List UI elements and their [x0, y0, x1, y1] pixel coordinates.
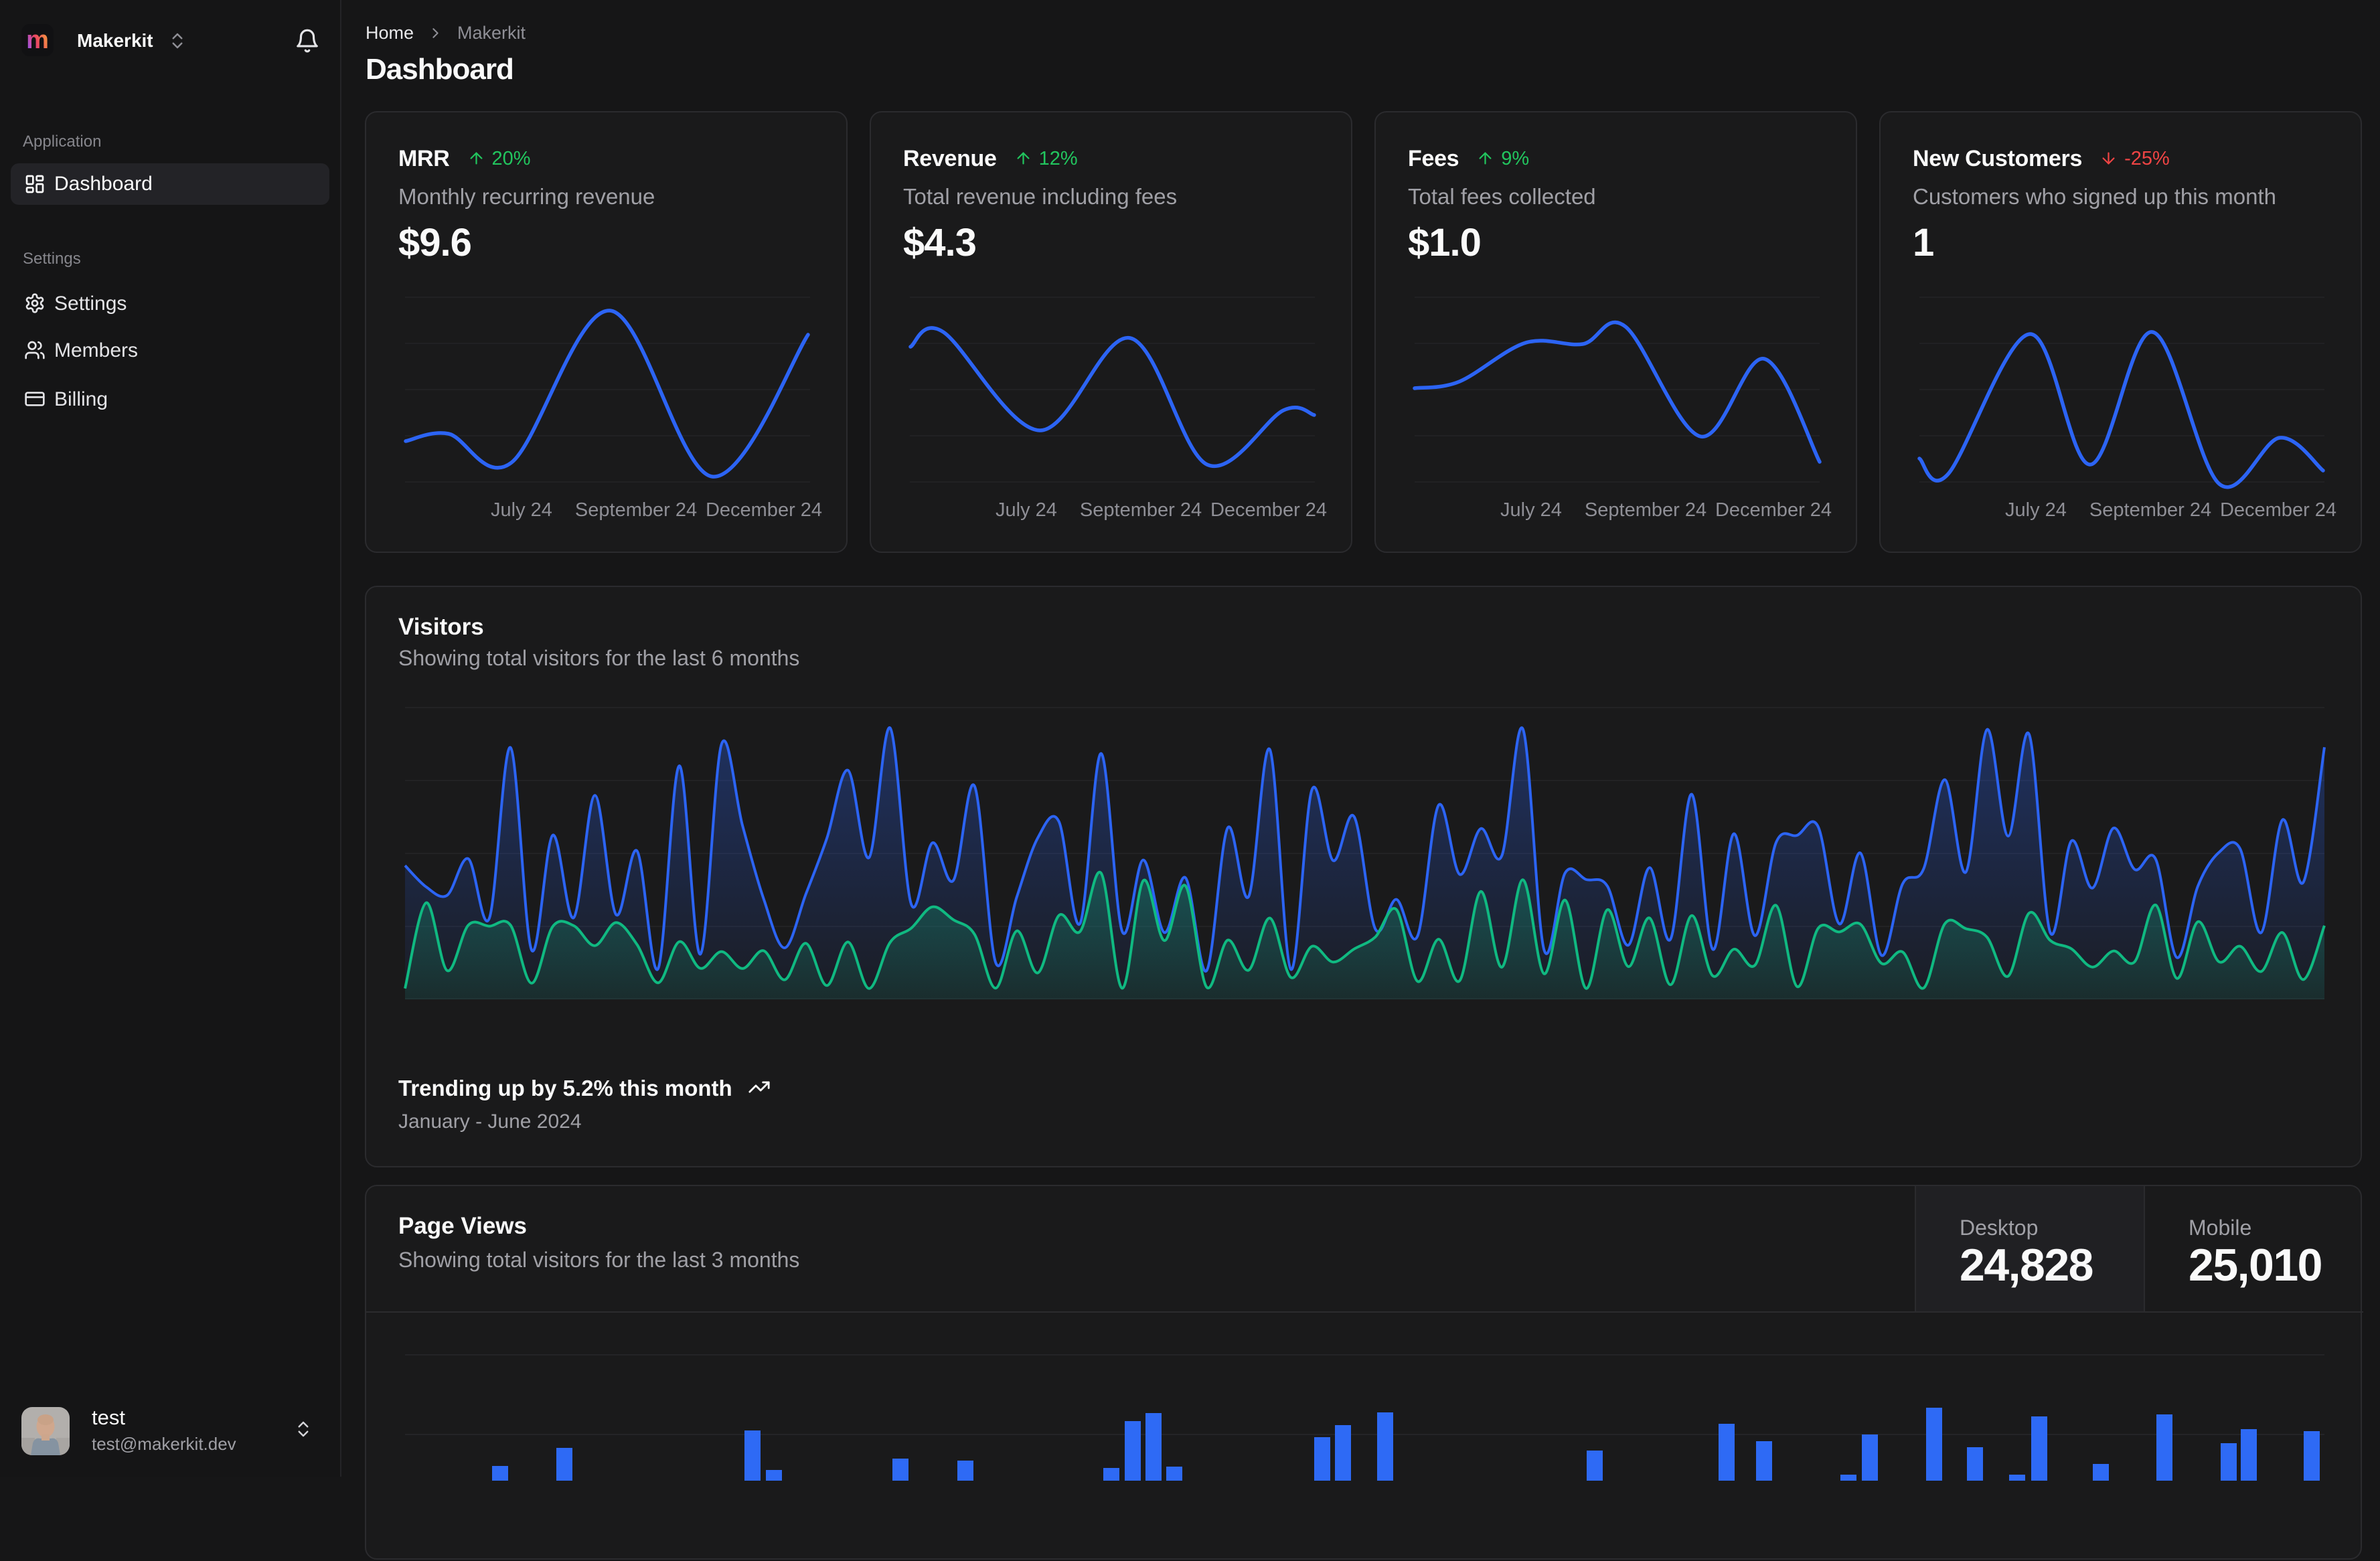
svg-text:m: m	[26, 26, 49, 54]
